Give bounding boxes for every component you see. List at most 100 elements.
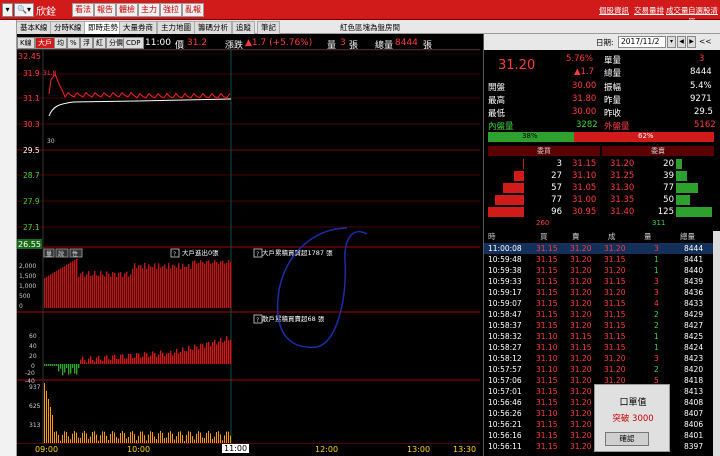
btn-big-player[interactable]: 大戶 (35, 37, 55, 49)
quote-change-pct: 5.76% (566, 54, 594, 64)
price-level-2: 31.1 (23, 94, 40, 103)
big-player-bar (94, 271, 96, 308)
diff-bar (88, 358, 90, 364)
btn-average[interactable]: 均 (54, 37, 67, 49)
big-player-bar (46, 276, 48, 308)
tab-minute-k[interactable]: 分時K線 (50, 21, 86, 34)
tab-main-map[interactable]: 主力地圖 (157, 21, 195, 34)
big-player-bar (148, 264, 150, 308)
tick-row[interactable]: 10:59:07 31.15 31.20 31.15 4 8433 (484, 298, 714, 309)
diff-bar (168, 353, 170, 364)
tick-ask: 31.20 (570, 409, 592, 418)
toolbar-btn-3[interactable]: 主力 (138, 3, 160, 17)
single-vol-value: 3 (699, 54, 705, 64)
toolbar-btn-1[interactable]: 報告 (94, 3, 116, 17)
back-icon[interactable]: << (699, 37, 712, 46)
toolbar-btn-2[interactable]: 體檢 (116, 3, 138, 17)
tick-ask: 31.20 (570, 398, 592, 407)
big-player-bar (126, 271, 128, 308)
diff-bar (226, 336, 228, 364)
link-volume[interactable]: 成交量 (666, 5, 689, 16)
diff-bar (188, 345, 190, 364)
diff-tick-1: 40 (29, 343, 37, 350)
date-dropdown-icon[interactable]: ▾ (667, 36, 676, 48)
diff-bar (152, 351, 154, 364)
dialog-confirm-button[interactable]: 確認 (605, 432, 649, 446)
big-player-bar (206, 261, 208, 308)
volume-bar (166, 437, 167, 443)
volume-bar (148, 434, 149, 443)
volume-bar (162, 432, 163, 443)
time-axis: 09:00 10:00 11:00 12:00 13:00 13:30 (17, 444, 480, 456)
big-player-bar (208, 260, 210, 308)
tick-row[interactable]: 10:59:17 31.15 31.20 31.20 3 8436 (484, 287, 714, 298)
tick-scrollbar[interactable] (713, 231, 720, 456)
big-player-bar (172, 264, 174, 308)
volume-bar (76, 432, 77, 443)
diff-bar (48, 364, 50, 366)
search-icon[interactable]: 🔍▾ (14, 3, 34, 17)
prev-day-icon[interactable]: ◀ (677, 36, 686, 48)
order-book-row: 57 31.05 31.30 77 (484, 182, 720, 194)
date-input[interactable]: 2017/11/2 (618, 36, 666, 48)
tick-row[interactable]: 10:57:57 31.10 31.20 31.20 2 8420 (484, 364, 714, 375)
tick-row[interactable]: 10:58:27 31.10 31.15 31.15 1 8424 (484, 342, 714, 353)
diff-bar (150, 355, 152, 364)
tick-row[interactable]: 10:58:47 31.15 31.20 31.15 2 8429 (484, 309, 714, 320)
link-volume-rank[interactable]: 交易量排 (634, 5, 664, 16)
btn-cdp[interactable]: CDP (123, 37, 144, 49)
volume-bar (90, 436, 91, 443)
tick-row[interactable]: 11:00:08 31.15 31.20 31.20 3 8444 (484, 243, 714, 254)
tick-row[interactable]: 10:59:33 31.15 31.20 31.15 3 8439 (484, 276, 714, 287)
vol-tick-2: 313 (29, 422, 41, 429)
diff-bar (136, 353, 138, 364)
big-player-bar (44, 278, 46, 308)
volume-bar (84, 431, 85, 443)
low-label: 30 (47, 138, 55, 145)
info-bar: K線 大戶 均 % 浮 紅 分價 CDP 11:00 價 31.2 漲跌 ▲1.… (17, 36, 480, 51)
tab-track[interactable]: 追蹤 (232, 21, 255, 34)
toolbar-btn-4[interactable]: 強拉 (160, 3, 182, 17)
tick-row[interactable]: 10:58:37 31.15 31.20 31.15 2 8427 (484, 320, 714, 331)
next-day-icon[interactable]: ▶ (687, 36, 696, 48)
diff-bar (204, 347, 206, 364)
tick-row[interactable]: 10:59:38 31.15 31.20 31.20 1 8440 (484, 265, 714, 276)
tick-row[interactable]: 10:59:48 31.15 31.20 31.15 1 8441 (484, 254, 714, 265)
dropdown-icon[interactable]: ▾ (2, 3, 13, 17)
tick-row[interactable]: 10:58:32 31.10 31.15 31.15 1 8425 (484, 331, 714, 342)
volume-bar (140, 431, 141, 443)
btn-red[interactable]: 紅 (93, 37, 106, 49)
btn-kline[interactable]: K線 (17, 37, 35, 49)
big-player-bar (156, 269, 158, 308)
diff-bar (138, 353, 140, 364)
btn-percent[interactable]: % (67, 37, 80, 49)
tab-big-broker[interactable]: 大量券商 (119, 21, 157, 34)
volume-bar (70, 439, 71, 443)
btn-float[interactable]: 浮 (80, 37, 93, 49)
big-player-bar (74, 260, 76, 308)
tab-chip[interactable]: 籌碼分析 (194, 21, 232, 34)
toolbar-btn-5[interactable]: 亂報 (182, 3, 204, 17)
link-stock-info[interactable]: 個股資訊 (599, 5, 629, 16)
tab-basic-k[interactable]: 基本K線 (16, 21, 52, 34)
diff-bar (54, 364, 56, 366)
bid-volume: 3 (556, 159, 562, 169)
tick-row[interactable]: 10:58:12 31.10 31.20 31.20 3 8423 (484, 353, 714, 364)
big-player-bar (176, 267, 178, 308)
tick-ask: 31.20 (570, 354, 592, 363)
toolbar-btn-0[interactable]: 看法 (72, 3, 94, 17)
big-player-bar (190, 268, 192, 308)
tab-notes[interactable]: 筆記 (257, 21, 280, 34)
ask-price: 31.20 (610, 159, 635, 169)
volume-bar (124, 433, 125, 443)
tick-volume: 1 (654, 266, 659, 275)
tick-total: 8441 (684, 255, 704, 264)
total-value: 8444 (395, 38, 418, 48)
tick-time: 10:57:06 (488, 376, 522, 385)
big-player-bar (136, 268, 138, 308)
inner-value: 3282 (576, 120, 598, 130)
tab-realtime[interactable]: 即時走勢 (84, 21, 122, 34)
diff-bar (76, 364, 78, 375)
outer-label: 外盤量 (604, 122, 630, 132)
volume-bar (188, 431, 189, 443)
